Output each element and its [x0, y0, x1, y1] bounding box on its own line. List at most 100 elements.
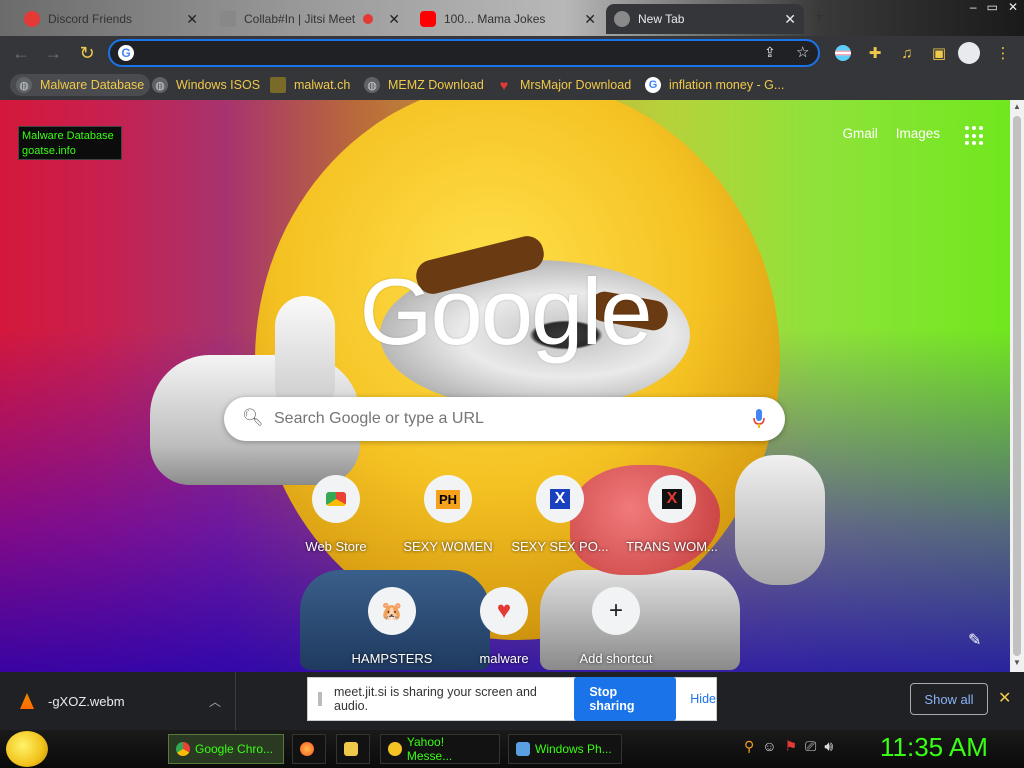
globe-icon: ◍ — [16, 77, 32, 93]
menu-icon[interactable]: ⋮ — [992, 42, 1014, 64]
plus-icon: + — [592, 587, 640, 635]
bookmark-label: malwat.ch — [294, 78, 351, 92]
tab-label: Discord Friends — [48, 12, 133, 26]
gmail-link[interactable]: Gmail — [842, 126, 877, 141]
reload-button[interactable]: ↻ — [76, 42, 98, 64]
recording-icon — [363, 14, 374, 24]
background-glove — [735, 455, 825, 585]
top-links: Gmail Images — [842, 126, 940, 141]
scroll-down-icon[interactable]: ▼ — [1013, 658, 1021, 667]
network-icon[interactable]: ⎚ — [805, 738, 816, 755]
close-window-icon[interactable]: ✕ — [1008, 0, 1018, 20]
taskbar-explorer[interactable] — [336, 734, 370, 764]
customize-pencil-icon[interactable]: ✎ — [968, 630, 981, 650]
back-button[interactable]: ← — [10, 42, 32, 64]
page-scrollbar[interactable]: ▲ ▼ — [1010, 100, 1024, 672]
clock[interactable]: 11:35 AM — [880, 732, 988, 763]
new-tab-page: Gmail Images Google 🔍︎ Web Store PH SEXY… — [0, 100, 1024, 672]
address-bar[interactable]: G ⇪ ☆ — [108, 39, 820, 67]
tab-jitsi[interactable]: Collab#In | Jitsi Meet ✕ — [212, 4, 408, 34]
shortcut-label: SEXY SEX PO... — [511, 539, 609, 554]
flag-icon[interactable]: ⚑ — [785, 738, 798, 755]
bookmark-inflation-money[interactable]: G inflation money - G... — [639, 74, 790, 96]
taskbar-yahoo-messenger[interactable]: Yahoo! Messe... — [380, 734, 500, 764]
minimize-icon[interactable]: – — [970, 0, 977, 20]
tab-strip: Discord Friends ✕ Collab#In | Jitsi Meet… — [0, 0, 1024, 36]
shortcut-label: Web Store — [305, 539, 367, 554]
avatar[interactable] — [958, 42, 980, 64]
scroll-up-icon[interactable]: ▲ — [1013, 102, 1021, 111]
extensions-icon[interactable]: ✚ — [864, 42, 886, 64]
bookmark-malwatch[interactable]: malwat.ch — [264, 74, 356, 96]
download-filename: -gXOZ.webm — [48, 693, 125, 709]
chrome-icon — [176, 742, 190, 756]
maximize-icon[interactable]: ▭ — [987, 0, 998, 20]
shortcut-malware[interactable]: ♥ malware — [454, 587, 554, 666]
download-item[interactable]: -gXOZ.webm ︿ — [0, 672, 236, 730]
close-icon[interactable]: ✕ — [388, 11, 400, 28]
chevron-up-icon[interactable]: ︿ — [209, 693, 221, 710]
hide-button[interactable]: Hide — [690, 692, 716, 706]
chrome-icon — [614, 11, 630, 27]
search-input[interactable] — [274, 409, 714, 429]
media-icon[interactable]: ♫ — [896, 42, 918, 64]
apps-grid-icon[interactable] — [965, 126, 985, 146]
start-button[interactable] — [6, 731, 48, 767]
forward-button[interactable]: → — [42, 42, 64, 64]
show-all-button[interactable]: Show all — [910, 683, 988, 715]
bookmark-malware-database[interactable]: ◍ Malware Database — [10, 74, 151, 96]
sidepanel-icon[interactable]: ▣ — [928, 42, 950, 64]
scrollbar-thumb[interactable] — [1013, 116, 1021, 656]
shortcut-label: Add shortcut — [579, 651, 653, 666]
search-box[interactable]: 🔍︎ — [224, 397, 785, 441]
tab-youtube[interactable]: 100... Mama Jokes ✕ — [412, 4, 604, 34]
search-icon[interactable]: ⚲ — [744, 738, 754, 755]
bookmark-mrsmajor[interactable]: ♥ MrsMajor Download — [490, 74, 637, 96]
tab-label: 100... Mama Jokes — [444, 12, 546, 26]
shortcut-sexy-sex-po[interactable]: X SEXY SEX PO... — [510, 475, 610, 554]
tab-discord[interactable]: Discord Friends ✕ — [16, 4, 206, 34]
shortcut-label: HAMPSTERS — [351, 651, 433, 666]
volume-icon[interactable]: 🔊︎ — [824, 738, 833, 755]
shortcut-label: SEXY WOMEN — [403, 539, 493, 554]
tooltip-title: Malware Database — [22, 130, 114, 142]
shortcut-sexy-women[interactable]: PH SEXY WOMEN — [398, 475, 498, 554]
address-input[interactable] — [140, 43, 760, 63]
images-link[interactable]: Images — [896, 126, 940, 141]
close-icon[interactable]: ✕ — [998, 688, 1011, 708]
hamster-icon: 🐹 — [368, 587, 416, 635]
tab-new-tab[interactable]: New Tab ✕ — [606, 4, 804, 34]
shortcut-add[interactable]: + Add shortcut — [566, 587, 666, 666]
star-icon[interactable]: ☆ — [796, 43, 809, 61]
taskbar-label: Google Chro... — [195, 742, 274, 756]
globe-icon: ◍ — [152, 77, 168, 93]
x-blue-icon: X — [536, 475, 584, 523]
taskbar-windows-photo[interactable]: Windows Ph... — [508, 734, 622, 764]
shortcut-label: TRANS WOM... — [626, 539, 718, 554]
bookmark-windows-isos[interactable]: ◍ Windows ISOS — [146, 74, 266, 96]
globe-icon: ◍ — [364, 77, 380, 93]
messenger-tray-icon[interactable]: ☺ — [762, 738, 776, 755]
profile-flag-icon[interactable] — [832, 42, 854, 64]
drag-handle[interactable] — [318, 692, 322, 706]
download-bar: -gXOZ.webm ︿ meet.jit.si is sharing your… — [0, 672, 1024, 730]
close-icon[interactable]: ✕ — [784, 11, 796, 28]
window-controls: – ▭ ✕ — [964, 0, 1024, 20]
malwatch-icon — [270, 77, 286, 93]
microphone-icon[interactable] — [753, 409, 765, 429]
shortcut-web-store[interactable]: Web Store — [286, 475, 386, 554]
close-icon[interactable]: ✕ — [584, 11, 596, 28]
bookmark-label: Malware Database — [40, 78, 145, 92]
bookmark-memz[interactable]: ◍ MEMZ Download — [358, 74, 490, 96]
ph-icon: PH — [424, 475, 472, 523]
shortcut-trans-wom[interactable]: X TRANS WOM... — [622, 475, 722, 554]
stop-sharing-button[interactable]: Stop sharing — [574, 677, 677, 721]
vlc-icon — [20, 693, 34, 709]
taskbar-firefox[interactable] — [292, 734, 326, 764]
close-icon[interactable]: ✕ — [186, 11, 198, 28]
webstore-icon — [312, 475, 360, 523]
share-icon[interactable]: ⇪ — [764, 44, 776, 61]
shortcut-hampsters[interactable]: 🐹 HAMPSTERS — [342, 587, 442, 666]
new-tab-button[interactable]: + — [814, 6, 825, 27]
taskbar-chrome[interactable]: Google Chro... — [168, 734, 284, 764]
